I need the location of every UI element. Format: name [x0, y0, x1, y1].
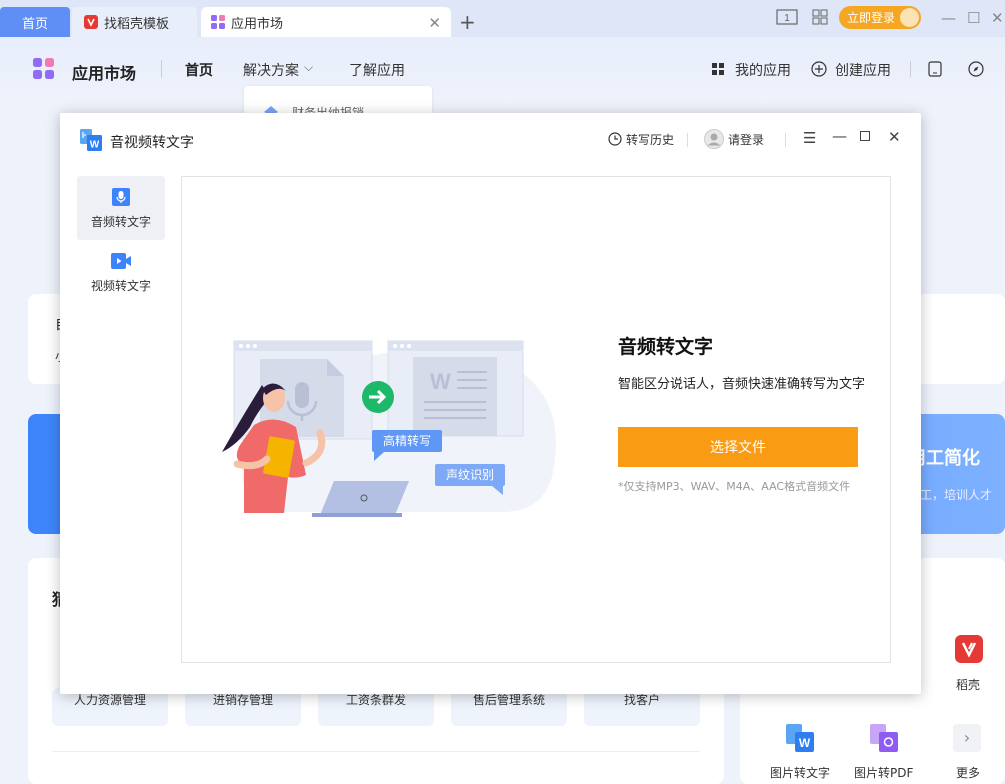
menu-icon[interactable]: ☰: [803, 129, 816, 147]
tab-close-icon[interactable]: ✕: [428, 14, 441, 32]
docer-logo-icon: [84, 15, 98, 29]
window-switch-icon[interactable]: 1: [776, 9, 798, 25]
upload-panel: W 高精转写 声纹识别 音频转文字 智能区分说话人，音频快速准确转写为文字 选择…: [181, 176, 891, 663]
biz-tag-payslip-label: 工资条群发: [345, 693, 406, 707]
dialog-minimize-icon[interactable]: —: [832, 127, 847, 145]
avatar-icon: [900, 8, 919, 27]
bubble-voiceprint: 声纹识别: [446, 468, 494, 482]
window-maximize-icon[interactable]: ☐: [967, 9, 980, 27]
image-to-pdf-label: 图片转PDF: [854, 766, 914, 780]
nav-home[interactable]: 首页: [185, 60, 213, 80]
dialog-close-icon[interactable]: ✕: [888, 128, 901, 146]
sidebar-audio-label: 音频转文字: [90, 215, 151, 229]
create-app-link[interactable]: 创建应用: [835, 60, 891, 80]
docer-app-label: 稻壳: [956, 678, 981, 692]
choose-file-button[interactable]: 选择文件: [618, 427, 858, 467]
app-market-icon: [211, 15, 225, 29]
video-camera-icon: [111, 253, 131, 269]
plus-circle-icon: [811, 61, 827, 77]
brand-title: 应用市场: [72, 64, 137, 83]
transcription-illustration: W 高精转写 声纹识别: [222, 340, 556, 517]
biz-tag-customers-label: 找客户: [623, 693, 660, 707]
dialog-maximize-icon[interactable]: [860, 131, 870, 141]
feature-description: 智能区分说话人，音频快速准确转写为文字: [618, 377, 866, 392]
biz-tag-aftersales-label: 售后管理系统: [472, 693, 545, 707]
tab-home[interactable]: 首页: [0, 7, 70, 37]
nav-solutions[interactable]: 解决方案: [243, 60, 299, 80]
tab-find-templates-label: 找稻壳模板: [104, 16, 170, 32]
chevron-down-icon[interactable]: ⌵: [304, 60, 313, 75]
biz-tag-hr-label: 人力资源管理: [73, 693, 146, 707]
mobile-icon[interactable]: [928, 61, 942, 77]
image-to-text-icon[interactable]: W: [786, 724, 814, 752]
window-close-icon[interactable]: ✕: [991, 9, 1004, 27]
compass-icon[interactable]: [968, 61, 984, 77]
login-now-button[interactable]: 立即登录: [839, 6, 921, 29]
clock-icon: [608, 132, 622, 146]
svg-text:W: W: [430, 369, 451, 394]
my-apps-link[interactable]: 我的应用: [735, 60, 791, 80]
window-minimize-icon[interactable]: —: [941, 9, 956, 27]
more-apps-label: 更多: [956, 766, 981, 780]
svg-text:1: 1: [784, 13, 790, 24]
sidebar-item-audio-to-text[interactable]: 音频转文字: [77, 176, 165, 240]
tab-home-label: 首页: [21, 16, 48, 32]
more-apps-icon[interactable]: ›: [953, 724, 981, 752]
tab-app-market-label: 应用市场: [231, 16, 284, 32]
user-avatar-icon: [704, 129, 724, 149]
audio-video-to-text-dialog: W 音视频转文字 转写历史 请登录 ☰ — ✕ 音频转文字 视频转文字 W 高精…: [60, 113, 921, 694]
sidebar-video-label: 视频转文字: [90, 279, 151, 293]
tab-app-market[interactable]: 应用市场 ✕: [201, 7, 451, 37]
my-apps-icon: [712, 63, 724, 75]
microphone-icon: [112, 188, 130, 206]
image-to-pdf-icon[interactable]: [870, 724, 898, 752]
login-now-label: 立即登录: [847, 11, 896, 25]
dialog-title: 音视频转文字: [110, 135, 194, 151]
docer-app-icon[interactable]: [955, 635, 983, 663]
supported-formats-note: *仅支持MP3、WAV、M4A、AAC格式音频文件: [618, 480, 851, 493]
history-button[interactable]: 转写历史: [626, 131, 674, 148]
grid-apps-icon[interactable]: [812, 9, 828, 25]
sidebar-item-video-to-text[interactable]: 视频转文字: [77, 240, 165, 304]
app-market-logo-icon: [33, 58, 54, 79]
svg-text:W: W: [90, 140, 100, 151]
app-logo-icon: W: [80, 129, 102, 151]
new-tab-icon[interactable]: +: [459, 10, 476, 34]
feature-heading: 音频转文字: [618, 336, 714, 358]
bubble-high-precision: 高精转写: [383, 433, 431, 448]
login-button[interactable]: 请登录: [728, 131, 764, 148]
browser-tab-bar: 首页 找稻壳模板 应用市场 ✕ + 1 立即登录 — ☐ ✕: [0, 0, 1005, 37]
image-to-text-label: 图片转文字: [770, 766, 831, 780]
svg-text:W: W: [799, 736, 811, 750]
nav-learn-apps[interactable]: 了解应用: [349, 60, 405, 80]
biz-tag-inventory-label: 进销存管理: [212, 693, 273, 707]
tab-find-templates[interactable]: 找稻壳模板: [72, 7, 197, 37]
